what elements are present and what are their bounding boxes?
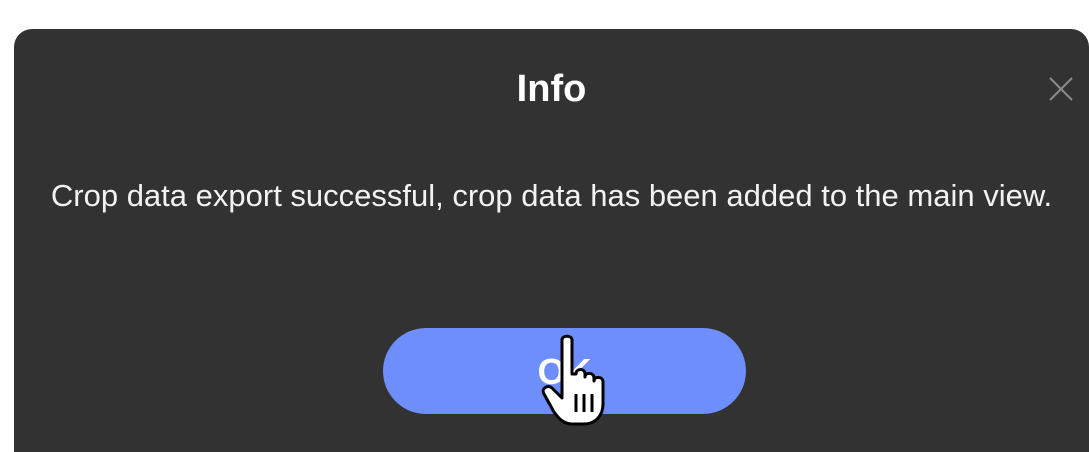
dialog-message: Crop data export successful, crop data h…: [50, 178, 1053, 213]
close-button[interactable]: [1047, 75, 1075, 103]
dialog-title: Info: [516, 68, 587, 110]
ok-button[interactable]: OK: [383, 328, 746, 414]
close-icon: [1049, 77, 1073, 101]
info-dialog: Info Crop data export successful, crop d…: [14, 29, 1089, 452]
